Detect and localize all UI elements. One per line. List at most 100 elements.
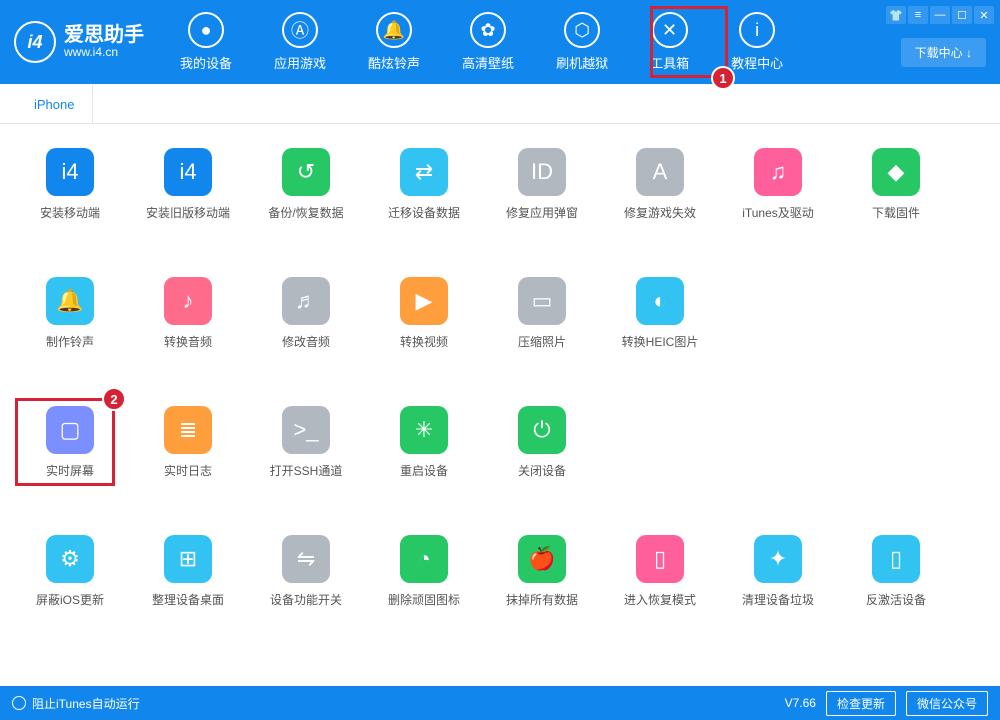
tool-label: 转换视频 — [400, 333, 448, 350]
tool-2[interactable]: ↺备份/恢复数据 — [266, 148, 346, 221]
check-update-button[interactable]: 检查更新 — [826, 691, 896, 716]
tool-label: iTunes及驱动 — [742, 204, 814, 221]
tool-icon: ⏻ — [518, 406, 566, 454]
tool-icon: ◆ — [872, 148, 920, 196]
menu-icon[interactable]: ≡ — [908, 6, 928, 24]
tool-3[interactable]: ⇄ 迁移设备数据 — [384, 148, 464, 221]
annotation-badge-1: 1 — [711, 66, 735, 90]
tools-grid: i4 安装移动端 i4安装旧版移动端 ↺备份/恢复数据 ⇄ 迁移设备数据 ID 修复应用弹窗 A… — [30, 148, 970, 608]
tool-19[interactable]: ⚙屏蔽iOS更新 — [30, 535, 110, 608]
tool-22[interactable]: ◔ 删除顽固图标 — [384, 535, 464, 608]
apple-icon: ● — [188, 12, 224, 48]
wechat-button[interactable]: 微信公众号 — [906, 691, 988, 716]
tool-label: 打开SSH通道 — [270, 462, 343, 479]
shirt-icon[interactable]: 👕 — [886, 6, 906, 24]
maximize-button[interactable]: ☐ — [952, 6, 972, 24]
nav-label: 教程中心 — [731, 53, 783, 72]
nav-label: 刷机越狱 — [556, 53, 608, 72]
tool-1[interactable]: i4安装旧版移动端 — [148, 148, 228, 221]
logo[interactable]: i4 爱思助手 www.i4.cn — [14, 21, 144, 63]
nav-item-apple[interactable]: ● 我的设备 — [174, 8, 238, 76]
tool-label: 安装旧版移动端 — [146, 204, 230, 221]
tool-icon: ID — [518, 148, 566, 196]
nav-item-tools[interactable]: ✕工具箱 — [644, 8, 695, 76]
tool-icon: ▶ — [400, 277, 448, 325]
logo-subtitle: www.i4.cn — [64, 46, 144, 59]
tool-7[interactable]: ◆下载固件 — [856, 148, 936, 221]
footer: 阻止iTunes自动运行 V7.66 检查更新 微信公众号 — [0, 686, 1000, 720]
tool-8[interactable]: 🔔制作铃声 — [30, 277, 110, 350]
nav-item-box[interactable]: ⬡刷机越狱 — [550, 8, 614, 76]
nav-item-info[interactable]: i 教程中心 — [725, 8, 789, 76]
tool-18[interactable]: ⏻关闭设备 — [502, 406, 582, 479]
tool-label: 设备功能开关 — [270, 591, 342, 608]
tool-26[interactable]: ▯反激活设备 — [856, 535, 936, 608]
tool-13[interactable]: ◐ 转换HEIC图片 — [620, 277, 700, 350]
content-area: i4 安装移动端 i4安装旧版移动端 ↺备份/恢复数据 ⇄ 迁移设备数据 ID 修复应用弹窗 A… — [0, 124, 1000, 680]
tool-icon: ◔ — [400, 535, 448, 583]
info-icon: i — [739, 12, 775, 48]
tool-4[interactable]: ID 修复应用弹窗 — [502, 148, 582, 221]
flower-icon: ✿ — [470, 12, 506, 48]
close-button[interactable]: ✕ — [974, 6, 994, 24]
tool-20[interactable]: ⊞ 整理设备桌面 — [148, 535, 228, 608]
tool-icon: i4 — [46, 148, 94, 196]
window-controls: 👕 ≡ — ☐ ✕ — [886, 6, 994, 24]
tool-icon: ♫ — [754, 148, 802, 196]
main-nav: ● 我的设备 Ⓐ应用游戏 🔔 酷炫铃声 ✿高清壁纸 ⬡刷机越狱 ✕工具箱 i 教程中心 — [174, 8, 789, 76]
nav-item-bell[interactable]: 🔔 酷炫铃声 — [362, 8, 426, 76]
nav-item-appstore[interactable]: Ⓐ应用游戏 — [268, 8, 332, 76]
logo-icon: i4 — [14, 21, 56, 63]
tool-12[interactable]: ▭ 压缩照片 — [502, 277, 582, 350]
tool-11[interactable]: ▶ 转换视频 — [384, 277, 464, 350]
tool-0[interactable]: i4 安装移动端 — [30, 148, 110, 221]
tools-icon: ✕ — [652, 12, 688, 48]
tool-label: 进入恢复模式 — [624, 591, 696, 608]
tool-10[interactable]: ♬修改音频 — [266, 277, 346, 350]
nav-label: 应用游戏 — [274, 53, 326, 72]
footer-status-text[interactable]: 阻止iTunes自动运行 — [32, 695, 140, 712]
nav-item-flower[interactable]: ✿高清壁纸 — [456, 8, 520, 76]
tool-label: 转换HEIC图片 — [622, 333, 699, 350]
tool-label: 删除顽固图标 — [388, 591, 460, 608]
tool-17[interactable]: ✳重启设备 — [384, 406, 464, 479]
tool-label: 转换音频 — [164, 333, 212, 350]
tool-16[interactable]: >_ 打开SSH通道 — [266, 406, 346, 479]
tool-icon: ⊞ — [164, 535, 212, 583]
tool-icon: ⇄ — [400, 148, 448, 196]
tool-14[interactable]: ▢实时屏幕2 — [30, 406, 110, 479]
nav-label: 酷炫铃声 — [368, 53, 420, 72]
tool-9[interactable]: ♪ 转换音频 — [148, 277, 228, 350]
tool-icon: ♬ — [282, 277, 330, 325]
tool-icon: A — [636, 148, 684, 196]
tool-label: 反激活设备 — [866, 591, 926, 608]
tool-icon: ♪ — [164, 277, 212, 325]
tool-21[interactable]: ⇋设备功能开关 — [266, 535, 346, 608]
tool-23[interactable]: 🍎抹掉所有数据 — [502, 535, 582, 608]
tool-label: 抹掉所有数据 — [506, 591, 578, 608]
tool-label: 整理设备桌面 — [152, 591, 224, 608]
tool-label: 迁移设备数据 — [388, 204, 460, 221]
tool-24[interactable]: ▯进入恢复模式 — [620, 535, 700, 608]
tool-icon: ◐ — [636, 277, 684, 325]
nav-label: 我的设备 — [180, 53, 232, 72]
tool-5[interactable]: A修复游戏失效 — [620, 148, 700, 221]
tab-iphone[interactable]: iPhone — [16, 84, 93, 123]
tool-icon: ▭ — [518, 277, 566, 325]
header: i4 爱思助手 www.i4.cn ● 我的设备 Ⓐ应用游戏 🔔 酷炫铃声 ✿高清壁纸 ⬡刷… — [0, 0, 1000, 84]
bell-icon: 🔔 — [376, 12, 412, 48]
logo-title: 爱思助手 — [64, 24, 144, 46]
tool-icon: ✳ — [400, 406, 448, 454]
tool-icon: ✦ — [754, 535, 802, 583]
tool-icon: ≣ — [164, 406, 212, 454]
minimize-button[interactable]: — — [930, 6, 950, 24]
tool-label: 屏蔽iOS更新 — [36, 591, 104, 608]
tool-label: 压缩照片 — [518, 333, 566, 350]
tool-15[interactable]: ≣实时日志 — [148, 406, 228, 479]
tool-icon: >_ — [282, 406, 330, 454]
tool-label: 修复应用弹窗 — [506, 204, 578, 221]
download-center-button[interactable]: 下载中心 ↓ — [901, 38, 986, 67]
tool-25[interactable]: ✦清理设备垃圾 — [738, 535, 818, 608]
tool-label: 安装移动端 — [40, 204, 100, 221]
tool-6[interactable]: ♫ iTunes及驱动 — [738, 148, 818, 221]
